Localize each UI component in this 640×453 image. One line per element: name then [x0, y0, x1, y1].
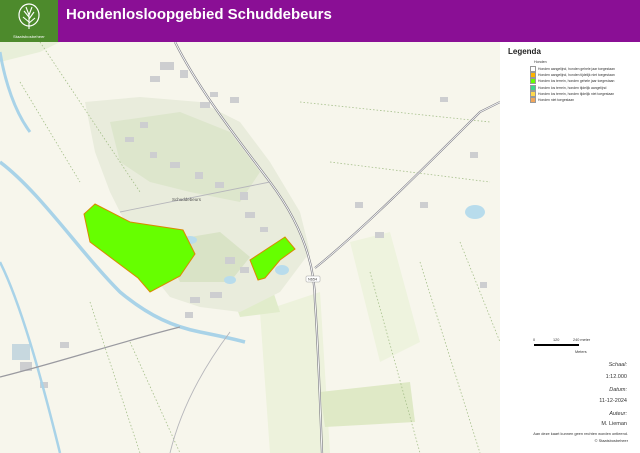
legend-item: Honden los terrein, honden tijdelijk aan…	[530, 84, 607, 91]
scale-segment-1	[534, 344, 554, 346]
legend-item: Honden aangelijnd, honden tijdelijk niet…	[530, 72, 615, 79]
water-basin	[12, 344, 30, 360]
date-value: 11-12-2024	[599, 398, 627, 404]
scale-tick-2: 240 meter	[573, 338, 591, 342]
road-label: N654	[308, 278, 317, 282]
author-label: Auteur:	[609, 411, 627, 417]
disclaimer-text: Aan deze kaart kunnen geen rechten worde…	[533, 431, 628, 436]
legend-item-label: Honden los terrein, honden tijdelijk nie…	[538, 91, 615, 96]
copyright-text: © Staatsbosbeheer	[594, 438, 628, 443]
legend-item-label: Honden aangelijnd, honden tijdelijk niet…	[538, 73, 615, 78]
legend-item-label: Honden los terrein, honden gehele jaar t…	[538, 79, 615, 84]
legend-title: Legenda	[508, 47, 541, 56]
legend-swatch	[530, 97, 536, 103]
pond	[465, 205, 485, 219]
staatsbosbeheer-logo: Staatsbosbeheer	[0, 0, 58, 42]
scale-label: Schaal:	[608, 362, 627, 368]
page-title: Hondenlosloopgebied Schuddebeurs	[66, 6, 332, 23]
legend-subtitle: Honden	[534, 60, 547, 64]
legend-item: Honden aangelijnd, honden gehele jaar to…	[530, 66, 615, 72]
place-label: Schuddebeurs	[172, 197, 202, 202]
tree-logo-icon	[18, 3, 40, 29]
map-header: Staatsbosbeheer Hondenlosloopgebied Schu…	[0, 0, 640, 42]
author-value: M. Lieman	[601, 421, 627, 427]
legend-panel: Legenda Honden Honden aangelijnd, honden…	[500, 42, 640, 453]
scale-value: 1:12.000	[605, 374, 627, 380]
pond	[224, 276, 236, 284]
scale-tick-0: 0	[533, 338, 536, 342]
legend-item-label: Honden los terrein, honden tijdelijk aan…	[538, 85, 607, 90]
legend-item-label: Honden niet toegestaan	[538, 97, 575, 102]
legend-swatch	[530, 72, 536, 79]
date-label: Datum:	[609, 387, 627, 393]
map-svg: Schuddebeurs N654	[0, 42, 500, 453]
map-canvas[interactable]: Schuddebeurs N654	[0, 42, 500, 453]
legend-swatch	[530, 84, 536, 91]
logo-text: Staatsbosbeheer	[13, 34, 45, 39]
scale-bar: 0 120 240 meter Meters	[533, 338, 603, 358]
legend-item: Honden niet toegestaan	[530, 97, 575, 103]
legend-swatch	[530, 78, 536, 85]
pond	[275, 265, 289, 275]
legend-swatch	[530, 90, 536, 97]
legend-swatch	[530, 66, 536, 72]
legend-item: Honden los terrein, honden gehele jaar t…	[530, 78, 615, 85]
scale-unit: Meters	[575, 350, 587, 354]
scale-segment-3	[574, 344, 579, 346]
scale-tick-1: 120	[553, 338, 560, 342]
legend-item: Honden los terrein, honden tijdelijk nie…	[530, 90, 615, 97]
legend-item-label: Honden aangelijnd, honden gehele jaar to…	[538, 66, 615, 71]
scale-segment-2	[554, 344, 574, 346]
